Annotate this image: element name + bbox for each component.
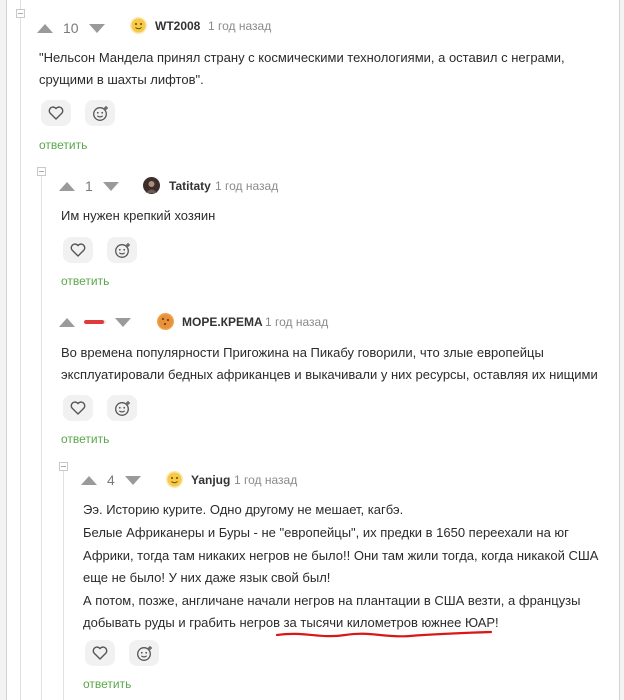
collapse-toggle[interactable] — [59, 462, 68, 471]
rating-bar — [84, 320, 106, 324]
comment-time[interactable]: 1 год назад — [234, 473, 297, 487]
thread-line — [41, 176, 42, 700]
photo-avatar-icon[interactable] — [143, 177, 160, 194]
downvote-icon[interactable] — [115, 317, 131, 327]
heart-icon — [70, 401, 86, 415]
comments-page: 10 WT2008 1 год назад "Нельсон Мандела п… — [6, 0, 620, 700]
vote-controls: 1 — [55, 174, 135, 198]
upvote-icon[interactable] — [81, 475, 97, 485]
thread-line — [63, 470, 64, 700]
comment-text-line: эксплуатировали бедных африканцев и выка… — [61, 367, 598, 382]
downvote-icon[interactable] — [124, 475, 141, 485]
comment-rating: 10 — [63, 20, 79, 36]
comment-rating: 4 — [107, 472, 115, 488]
reply-link[interactable]: ответить — [61, 432, 109, 446]
comment-text-line: Им нужен крепкий хозяин — [61, 208, 216, 223]
upvote-icon[interactable] — [59, 181, 75, 191]
comment-author[interactable]: WT2008 — [155, 19, 200, 33]
collapse-toggle[interactable] — [16, 9, 25, 18]
comment: МОРЕ.КРЕМА 1 год назад Во времена популя… — [55, 310, 615, 450]
vote-controls — [55, 310, 141, 334]
comment: 10 WT2008 1 год назад "Нельсон Мандела п… — [33, 16, 613, 156]
emoji-avatar-icon[interactable] — [166, 471, 183, 488]
comment-rating: 1 — [85, 178, 93, 194]
comment-author[interactable]: Yanjug — [191, 473, 230, 487]
downvote-icon[interactable] — [102, 181, 119, 191]
add-reaction-button[interactable] — [107, 237, 137, 263]
like-button[interactable] — [63, 395, 93, 421]
comment-text-line: Во времена популярности Пригожина на Пик… — [61, 345, 544, 360]
like-button[interactable] — [41, 100, 71, 126]
comment: 4 Yanjug 1 год назад Ээ. Историю курите.… — [77, 468, 617, 700]
vote-controls: 10 — [33, 16, 113, 40]
comment: 1 Tatitaty 1 год назад Им нужен крепкий … — [55, 174, 615, 294]
comment-text-line: А потом, позже, англичане начали негров … — [83, 593, 581, 608]
reply-link[interactable]: ответить — [61, 274, 109, 288]
comment-author[interactable]: МОРЕ.КРЕМА — [182, 315, 263, 329]
add-reaction-button[interactable] — [107, 395, 137, 421]
add-emoji-icon — [136, 645, 152, 661]
add-reaction-button[interactable] — [129, 640, 159, 666]
comment-time[interactable]: 1 год назад — [265, 315, 328, 329]
comment-text-line: еще не было! У них даже язык свой был! — [83, 570, 331, 585]
comment-text-line: срущими в шахты лифтов". — [39, 72, 204, 87]
add-emoji-icon — [114, 242, 130, 258]
heart-icon — [70, 243, 86, 257]
reply-link[interactable]: ответить — [83, 677, 131, 691]
add-emoji-icon — [114, 400, 130, 416]
add-emoji-icon — [92, 105, 108, 121]
reply-link[interactable]: ответить — [39, 138, 87, 152]
like-button[interactable] — [63, 237, 93, 263]
comment-time[interactable]: 1 год назад — [208, 19, 271, 33]
thread-line — [20, 0, 21, 700]
cookie-avatar-icon[interactable] — [157, 313, 174, 330]
comment-author[interactable]: Tatitaty — [169, 179, 211, 193]
upvote-icon[interactable] — [37, 23, 53, 33]
collapse-toggle[interactable] — [37, 167, 46, 176]
comment-text-line: "Нельсон Мандела принял страну с космиче… — [39, 50, 565, 65]
downvote-icon[interactable] — [88, 23, 105, 33]
comment-text-line: Африки, тогда там никаких негров не было… — [83, 548, 599, 563]
add-reaction-button[interactable] — [85, 100, 115, 126]
like-button[interactable] — [85, 640, 115, 666]
negative-rating-fill — [84, 320, 104, 324]
heart-icon — [48, 106, 64, 120]
upvote-icon[interactable] — [59, 317, 75, 327]
comment-text-line: добывать руды и грабить негров за тысячи… — [83, 615, 499, 630]
comment-time[interactable]: 1 год назад — [215, 179, 278, 193]
comment-text-line: Белые Африканеры и Буры - не "европейцы"… — [83, 525, 569, 540]
vote-controls: 4 — [77, 468, 157, 492]
heart-icon — [92, 646, 108, 660]
comment-text-line: Ээ. Историю курите. Одно другому не меша… — [83, 502, 404, 517]
emoji-avatar-icon[interactable] — [130, 17, 147, 34]
